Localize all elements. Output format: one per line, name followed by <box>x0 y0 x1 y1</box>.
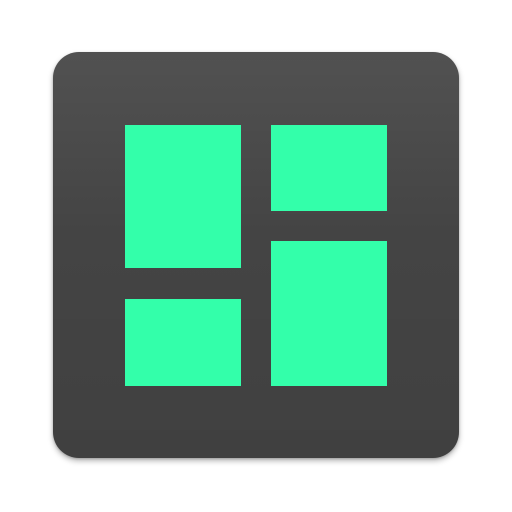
tile-top-left <box>125 125 241 268</box>
tile-bottom-left <box>125 299 241 386</box>
tile-bottom-right <box>271 241 387 386</box>
tile-top-right <box>271 125 387 211</box>
dashboard-grid-icon[interactable] <box>53 52 459 458</box>
